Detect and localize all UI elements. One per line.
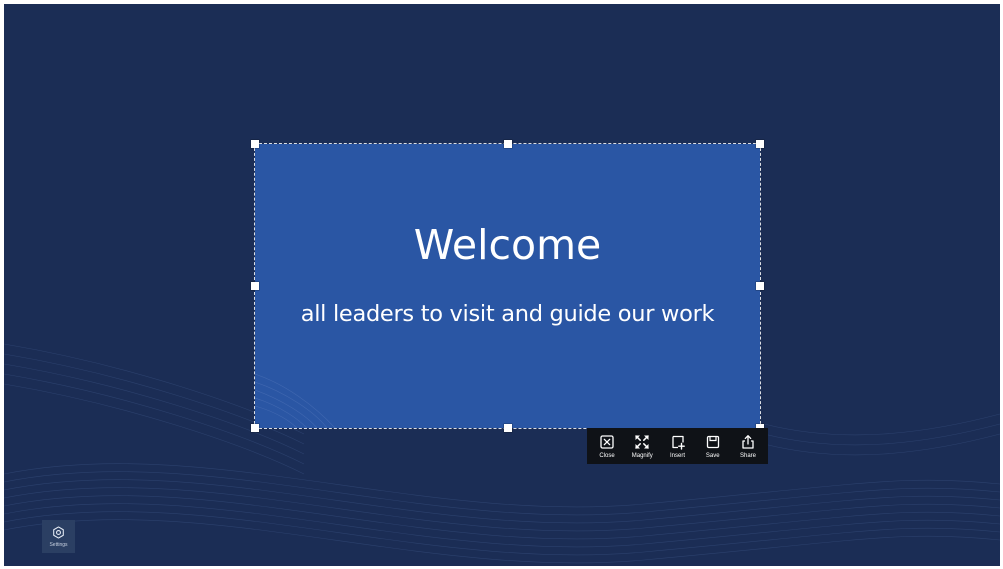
share-export-icon — [742, 435, 754, 449]
resize-handle-middle-right[interactable] — [756, 282, 764, 290]
selected-slide-region[interactable]: Welcome all leaders to visit and guide o… — [254, 143, 761, 429]
settings-label: Settings — [49, 542, 68, 548]
close-label: Close — [599, 453, 615, 459]
save-button[interactable]: Save — [698, 428, 728, 464]
share-label: Share — [739, 453, 756, 459]
whiteboard-screen: Welcome all leaders to visit and guide o… — [4, 4, 1000, 566]
resize-handle-top-left[interactable] — [251, 140, 259, 148]
close-box-icon — [600, 435, 614, 449]
resize-handle-bottom-left[interactable] — [251, 424, 259, 432]
magnify-expand-icon — [635, 435, 649, 449]
insert-button[interactable]: Insert — [663, 428, 693, 464]
magnify-button[interactable]: Magnify — [627, 428, 657, 464]
slide-title: Welcome — [413, 221, 602, 269]
slide-wave-decoration — [255, 373, 336, 428]
magnify-label: Magnify — [631, 453, 653, 459]
save-floppy-icon — [706, 435, 719, 449]
settings-gear-icon — [53, 526, 64, 539]
slide-subtitle: all leaders to visit and guide our work — [300, 301, 715, 327]
resize-handle-middle-left[interactable] — [251, 282, 259, 290]
close-button[interactable]: Close — [592, 428, 622, 464]
resize-handle-top-center[interactable] — [504, 140, 512, 148]
resize-handle-bottom-center[interactable] — [504, 424, 512, 432]
save-label: Save — [705, 453, 720, 459]
settings-button[interactable]: Settings — [42, 520, 75, 553]
resize-handle-top-right[interactable] — [756, 140, 764, 148]
insert-note-icon — [671, 435, 685, 450]
share-button[interactable]: Share — [733, 428, 763, 464]
insert-label: Insert — [669, 453, 685, 459]
selection-toolbar: Close Magnify Insert Save Share — [587, 428, 768, 464]
